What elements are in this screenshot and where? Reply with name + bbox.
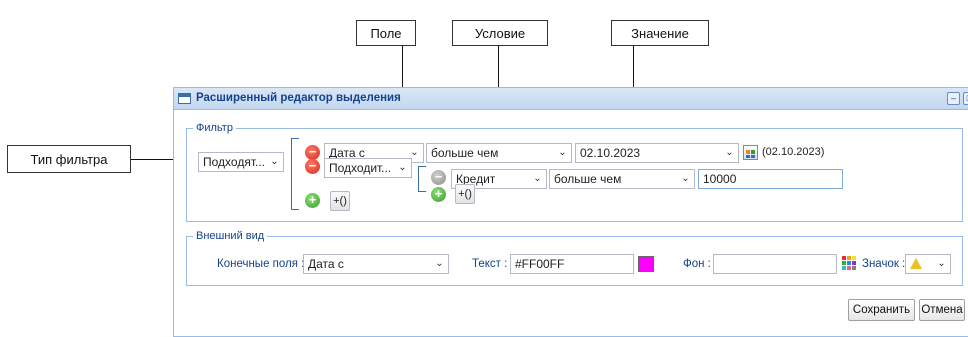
row2-condition-value: больше чем [554,172,622,186]
background-color-label: Фон : [683,258,711,270]
row1-condition-select[interactable]: больше чем ⌄ [426,143,572,163]
row2-value-input[interactable]: 10000 [698,169,843,189]
warning-icon [910,258,922,269]
root-group-bracket [291,138,299,210]
chevron-down-icon: ⌄ [681,173,690,184]
icon-select[interactable]: ⌄ [905,254,951,274]
text-color-input[interactable]: #FF00FF [510,254,634,274]
color-palette-icon[interactable] [842,256,856,270]
chevron-down-icon: ⌄ [725,147,734,158]
cancel-button[interactable]: Отмена [919,299,965,321]
remove-nested-condition-icon[interactable]: − [431,170,446,185]
root-filter-type-value: Подходят... [203,155,265,169]
row1-value-text: 02.10.2023 [580,146,641,160]
add-subgroup-button[interactable]: +() [330,191,350,211]
appearance-legend: Внешний вид [196,230,265,242]
remove-group-icon[interactable]: − [305,159,320,174]
row2-condition-select[interactable]: больше чем ⌄ [549,169,695,189]
add-nested-condition-icon[interactable]: + [431,187,446,202]
nested-group-bracket [418,166,426,192]
chevron-down-icon: ⌄ [398,162,407,173]
save-button[interactable]: Сохранить [848,299,915,321]
chevron-down-icon: ⌄ [558,147,567,158]
callout-value: Значение [611,20,709,46]
end-fields-value: Дата с [308,257,344,271]
callout-condition: Условие [452,20,548,46]
group-filter-type-select[interactable]: Подходит... ⌄ [324,158,412,178]
row2-value-text: 10000 [703,172,737,186]
row1-value-date-field[interactable]: 02.10.2023 ⌄ [575,143,739,163]
window-titlebar[interactable]: Расширенный редактор выделения – □ [174,88,968,110]
minimize-icon[interactable]: – [947,92,960,105]
window-title: Расширенный редактор выделения [196,92,401,104]
background-color-input[interactable] [713,254,837,274]
text-color-swatch[interactable] [638,256,654,272]
end-fields-select[interactable]: Дата с ⌄ [303,254,449,274]
callout-field: Поле [356,20,416,46]
chevron-down-icon: ⌄ [270,156,279,167]
row1-date-preview: (02.10.2023) [762,146,825,158]
root-filter-type-select[interactable]: Подходят... ⌄ [198,152,284,172]
filter-legend: Фильтр [196,122,233,134]
text-color-label: Текст : [472,258,508,270]
group-filter-type-value: Подходит... [329,161,392,175]
calendar-icon[interactable] [743,145,758,160]
chevron-down-icon: ⌄ [533,173,542,184]
chevron-down-icon: ⌄ [435,258,444,269]
icon-label: Значок : [862,258,906,270]
add-condition-icon[interactable]: + [305,193,320,208]
end-fields-label: Конечные поля : [217,258,305,270]
window-icon [178,93,191,104]
text-color-value: #FF00FF [515,257,565,271]
maximize-icon[interactable]: □ [963,92,968,105]
chevron-down-icon: ⌄ [937,258,946,269]
callout-filter-type: Тип фильтра [7,145,131,173]
add-nested-subgroup-button[interactable]: +() [455,184,475,204]
row1-condition-value: больше чем [431,146,499,160]
